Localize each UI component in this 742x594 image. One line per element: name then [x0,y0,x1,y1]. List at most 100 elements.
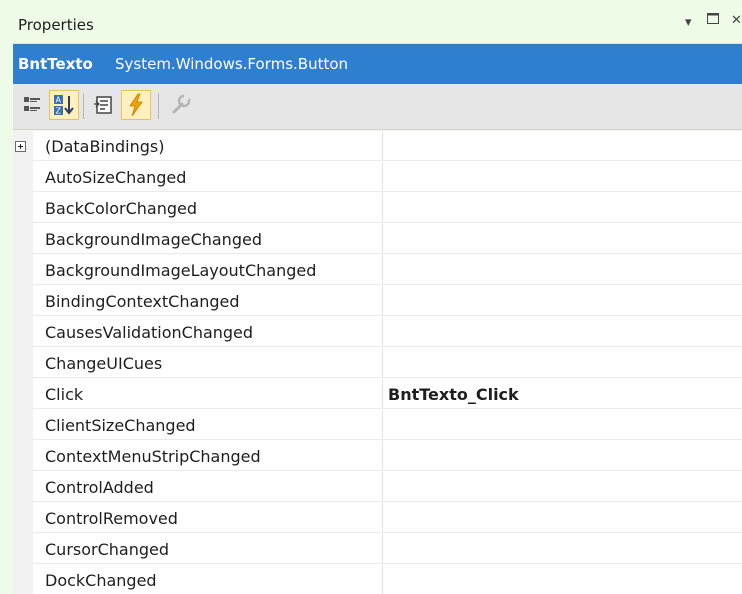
toolbar: A Z [13,84,742,130]
event-handler-cell[interactable] [382,162,742,192]
event-handler-cell[interactable] [382,193,742,223]
selected-object-header[interactable]: BntTexto System.Windows.Forms.Button [13,44,742,84]
events-button[interactable] [121,90,151,120]
row-gutter [13,348,33,379]
property-row[interactable]: ClientSizeChanged [13,410,742,441]
title-bar: Properties ▾ ✕ [13,8,742,44]
events-lightning-icon [129,93,143,117]
event-name: Click [45,385,84,404]
row-gutter [13,441,33,472]
property-row[interactable]: Click BntTexto_Click [13,379,742,410]
event-name: ContextMenuStripChanged [45,447,261,466]
object-name: BntTexto [18,55,93,73]
dropdown-arrow-icon[interactable]: ▾ [685,15,692,30]
close-icon[interactable]: ✕ [731,13,742,28]
row-gutter [13,224,33,255]
event-name: AutoSizeChanged [45,168,187,187]
property-row[interactable]: (DataBindings) [13,131,742,162]
event-handler-cell[interactable]: BntTexto_Click [382,379,742,409]
property-row[interactable]: CursorChanged [13,534,742,565]
event-handler-cell[interactable] [382,472,742,502]
row-gutter [13,317,33,348]
event-handler-cell[interactable] [382,441,742,471]
event-name: ChangeUICues [45,354,163,373]
row-gutter [13,410,33,441]
event-name-cell[interactable]: (DataBindings) [33,131,381,161]
row-gutter [13,131,33,162]
event-name: BackgroundImageLayoutChanged [45,261,317,280]
event-name: ClientSizeChanged [45,416,196,435]
event-name: DockChanged [45,571,157,590]
event-handler-cell[interactable] [382,224,742,254]
event-name-cell[interactable]: ChangeUICues [33,348,381,378]
event-name-cell[interactable]: DockChanged [33,565,381,594]
event-name-cell[interactable]: Click [33,379,381,409]
property-pages-button[interactable] [165,90,195,120]
property-row[interactable]: ControlRemoved [13,503,742,534]
event-name-cell[interactable]: BindingContextChanged [33,286,381,316]
event-name: BackColorChanged [45,199,198,218]
event-name-cell[interactable]: AutoSizeChanged [33,162,381,192]
window-title: Properties [18,16,94,34]
row-gutter [13,255,33,286]
properties-icon [94,96,112,114]
row-gutter [13,162,33,193]
event-name: CursorChanged [45,540,170,559]
object-type: System.Windows.Forms.Button [115,55,349,73]
event-name: BackgroundImageChanged [45,230,262,249]
event-handler-cell[interactable] [382,534,742,564]
categorized-button[interactable] [18,90,48,120]
property-row[interactable]: CausesValidationChanged [13,317,742,348]
alphabetical-icon: A Z [54,95,74,116]
property-row[interactable]: DockChanged [13,565,742,594]
toolbar-separator [158,93,159,119]
event-handler-value: BntTexto_Click [388,385,519,404]
event-name: (DataBindings) [45,137,165,156]
row-gutter [13,503,33,534]
event-name: CausesValidationChanged [45,323,254,342]
alphabetical-button[interactable]: A Z [49,90,79,120]
event-name-cell[interactable]: CursorChanged [33,534,381,564]
row-gutter [13,534,33,565]
property-row[interactable]: BackColorChanged [13,193,742,224]
property-pages-wrench-icon [172,94,191,114]
event-name-cell[interactable]: ControlRemoved [33,503,381,533]
event-name: ControlRemoved [45,509,178,528]
row-gutter [13,286,33,317]
row-gutter [13,379,33,410]
event-handler-cell[interactable] [382,286,742,316]
event-name-cell[interactable]: CausesValidationChanged [33,317,381,347]
events-grid: (DataBindings) AutoSizeChanged BackColorCh… [13,131,742,594]
property-row[interactable]: BindingContextChanged [13,286,742,317]
svg-text:Z: Z [56,107,62,116]
event-name: ControlAdded [45,478,154,497]
event-name-cell[interactable]: BackgroundImageChanged [33,224,381,254]
svg-text:A: A [56,96,62,105]
event-handler-cell[interactable] [382,348,742,378]
event-name: BindingContextChanged [45,292,240,311]
event-handler-cell[interactable] [382,565,742,594]
property-row[interactable]: ContextMenuStripChanged [13,441,742,472]
property-row[interactable]: BackgroundImageLayoutChanged [13,255,742,286]
categorized-icon [24,97,40,111]
row-gutter [13,193,33,224]
property-row[interactable]: ChangeUICues [13,348,742,379]
event-name-cell[interactable]: BackgroundImageLayoutChanged [33,255,381,285]
event-handler-cell[interactable] [382,410,742,440]
maximize-icon[interactable] [707,13,719,28]
event-handler-cell[interactable] [382,255,742,285]
event-name-cell[interactable]: ControlAdded [33,472,381,502]
event-name-cell[interactable]: ClientSizeChanged [33,410,381,440]
property-row[interactable]: BackgroundImageChanged [13,224,742,255]
event-handler-cell[interactable] [382,317,742,347]
property-row[interactable]: AutoSizeChanged [13,162,742,193]
properties-button[interactable] [89,90,119,120]
row-gutter [13,472,33,503]
toolbar-separator [83,93,84,119]
property-row[interactable]: ControlAdded [13,472,742,503]
event-handler-cell[interactable] [382,503,742,533]
event-name-cell[interactable]: BackColorChanged [33,193,381,223]
event-handler-cell[interactable] [382,131,742,161]
event-name-cell[interactable]: ContextMenuStripChanged [33,441,381,471]
expand-plus-icon[interactable] [15,141,26,152]
